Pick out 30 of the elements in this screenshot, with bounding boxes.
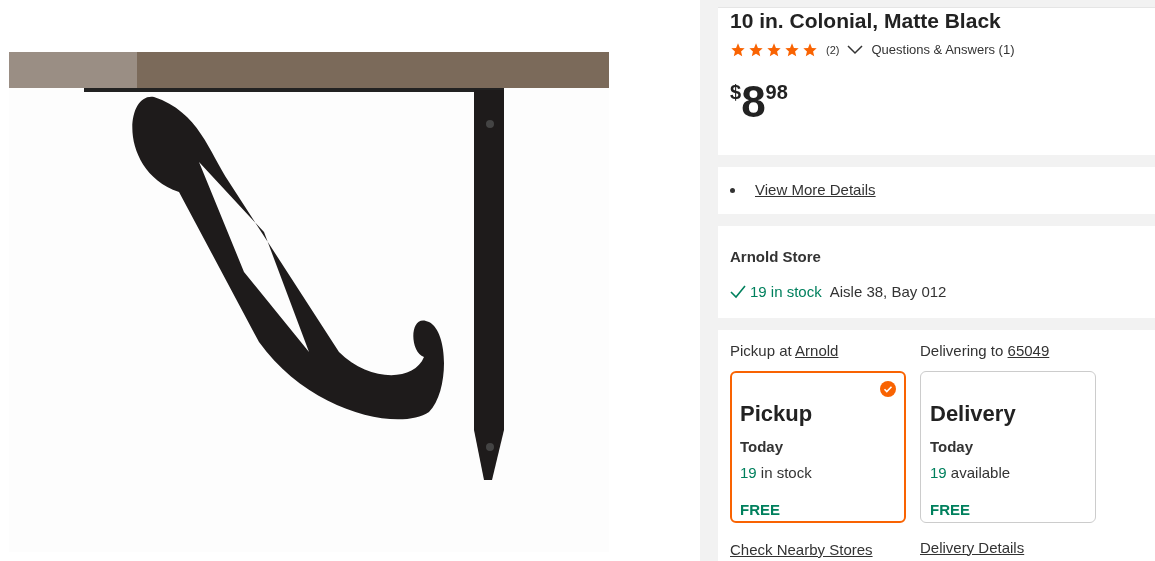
product-title: 10 in. Colonial, Matte Black [730,8,1002,34]
checkmark-icon [730,284,746,299]
questions-answers-link[interactable]: Questions & Answers (1) [871,40,1015,60]
option-availability: 19 in stock [740,463,813,483]
price-currency: $ [730,81,742,102]
store-link[interactable]: Arnold [795,342,839,359]
option-availability: 19 available [930,463,1012,483]
store-name: Arnold Store [730,247,822,267]
option-date: Today [930,436,975,457]
view-details-link[interactable]: View More Details [755,179,876,202]
delivery-option-card[interactable]: Delivery Today 19 available FREE [920,370,1096,523]
option-price: FREE [930,499,971,520]
option-price: FREE [740,499,781,520]
option-date: Today [740,436,785,457]
chevron-down-icon[interactable] [847,45,864,55]
zip-code-link[interactable]: 65049 [1007,342,1050,359]
selected-check-icon [880,380,896,397]
price-cents: 98 [765,81,788,102]
option-title: Pickup [740,399,814,428]
delivery-details-link[interactable]: Delivery Details [920,536,1096,559]
nearby-stores-link[interactable]: Check Nearby Stores [730,538,906,561]
option-title: Delivery [930,399,1017,428]
bullet-icon [730,188,735,193]
review-count[interactable]: (2) [826,41,840,59]
pickup-option-card[interactable]: Pickup Today 19 in stock FREE [730,370,906,523]
fulfillment-label: Pickup at [730,342,793,359]
price-dollars: 8 [741,79,766,124]
stock-status: 19 in stock [750,281,822,302]
aisle-location: Aisle 38, Bay 012 [829,281,947,302]
fulfillment-label: Delivering to [920,342,1005,359]
